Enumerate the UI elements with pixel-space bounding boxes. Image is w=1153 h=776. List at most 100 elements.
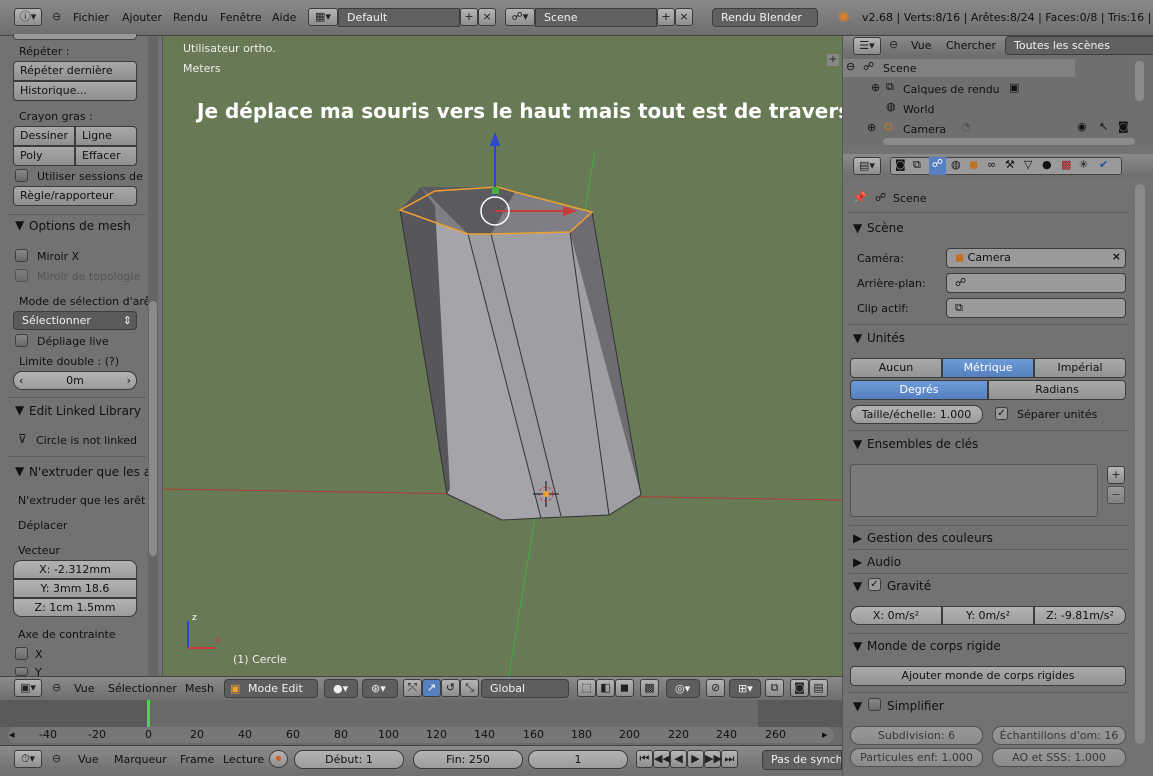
simplify-checkbox[interactable] [868, 698, 881, 711]
tool-shelf-scrollbar[interactable] [148, 36, 158, 676]
layers-icon[interactable]: ⧉ [765, 679, 784, 697]
extrude-expander-icon[interactable]: ▼ [15, 464, 24, 478]
menu-file[interactable]: Fichier [73, 11, 109, 24]
visibility-eye-icon[interactable]: ◉ [1077, 120, 1087, 133]
keying-sets-header[interactable]: Ensembles de clés [867, 437, 978, 451]
mesh-options-header[interactable]: Options de mesh [29, 219, 131, 233]
simplify-header[interactable]: Simplifier [887, 699, 944, 713]
radians-button[interactable]: Radians [988, 380, 1126, 400]
sync-mode-select[interactable]: Pas de synchro [762, 750, 842, 770]
properties-scrollbar[interactable] [1135, 184, 1145, 744]
timeline-scrollbar[interactable] [8, 727, 834, 743]
erase-button[interactable]: Effacer [75, 146, 137, 166]
unit-imperial-button[interactable]: Impérial [1034, 358, 1126, 378]
outliner-row-scene[interactable] [843, 59, 1075, 77]
shadow-samples-field[interactable]: Échantillons d'om: 16 [992, 726, 1126, 745]
menu-frame[interactable]: Frame [180, 753, 214, 766]
snap-element-select[interactable]: ⊞▾ [729, 679, 761, 698]
add-scene-icon[interactable]: + [657, 8, 675, 26]
layout-selector[interactable]: Default [338, 8, 460, 27]
scale-manipulator-icon[interactable]: ⤡ [460, 679, 479, 697]
texture-tab-icon[interactable]: ▩ [1061, 158, 1071, 171]
scene-expander-icon[interactable]: ▼ [853, 221, 862, 235]
viewport-shading-select[interactable]: ●▾ [324, 679, 358, 698]
unit-metric-button[interactable]: Métrique [942, 358, 1034, 378]
data-tab-icon[interactable]: ▽ [1024, 158, 1032, 171]
properties-editor-icon[interactable]: ▤▾ [853, 157, 881, 175]
menu-select[interactable]: Sélectionner [108, 682, 177, 695]
scroll-right-icon[interactable]: ▸ [822, 728, 828, 741]
menu-mesh[interactable]: Mesh [185, 682, 214, 695]
collapse-menus-icon[interactable]: ⊖ [52, 681, 61, 694]
mesh-options-expander-icon[interactable]: ▼ [15, 218, 24, 232]
pin-icon[interactable]: 📌 [853, 191, 867, 204]
vertex-select-icon[interactable]: ⬚ [577, 679, 596, 697]
rotate-manipulator-icon[interactable]: ↺ [441, 679, 460, 697]
child-particles-field[interactable]: Particules enf: 1.000 [850, 748, 983, 767]
collapse-icon[interactable]: ⊖ [52, 752, 61, 765]
menu-render[interactable]: Rendu [173, 11, 208, 24]
clip-field[interactable]: ⧉ [946, 298, 1126, 318]
sessions-checkbox[interactable] [15, 169, 28, 182]
repeat-last-button[interactable]: Répéter dernière [13, 61, 137, 81]
mode-selector[interactable]: ▣ Mode Edit [224, 679, 318, 698]
gravity-z-field[interactable]: Z: -9.81m/s² [1034, 606, 1126, 625]
mirror-x-checkbox[interactable] [15, 249, 28, 262]
face-select-icon[interactable]: ◼ [615, 679, 634, 697]
object-tab-icon[interactable]: ◼ [969, 158, 978, 171]
simplify-expander-icon[interactable]: ▼ [853, 699, 862, 713]
clear-icon[interactable]: ⨯ [1112, 250, 1121, 263]
layout-icon[interactable]: ▦▾ [308, 8, 338, 26]
degrees-button[interactable]: Degrés [850, 380, 988, 400]
draw-button[interactable]: Dessiner [13, 126, 75, 146]
remove-layout-icon[interactable]: × [478, 8, 496, 26]
vector-x-field[interactable]: X: -2.312mm [13, 560, 137, 579]
manipulator-toggle-icon[interactable]: ⤲ [403, 679, 422, 697]
audio-expander-icon[interactable]: ▶ [853, 555, 862, 569]
outliner-render-layers-label[interactable]: Calques de rendu [903, 83, 1000, 96]
menu-search[interactable]: Chercher [946, 39, 996, 52]
double-limit-field[interactable]: ‹ 0m › [13, 371, 137, 390]
ruler-button[interactable]: Règle/rapporteur [13, 186, 137, 206]
scrollbar-thumb[interactable] [149, 301, 157, 556]
unit-scale-field[interactable]: Taille/échelle: 1.000 [850, 405, 983, 424]
extrude-header[interactable]: N'extruder que les ar [29, 465, 156, 479]
subdivision-field[interactable]: Subdivision: 6 [850, 726, 983, 745]
timeline[interactable]: ◂ -40 -20 0 20 40 60 80 100 120 140 160 … [0, 700, 842, 745]
color-management-expander-icon[interactable]: ▶ [853, 531, 862, 545]
vector-y-field[interactable]: Y: 3mm 18.6 [13, 579, 137, 598]
physics-tab-icon[interactable]: ✔ [1099, 158, 1108, 171]
expand-tree-icon[interactable]: ⊕ [867, 121, 876, 134]
scroll-left-icon[interactable]: ◂ [9, 728, 15, 741]
units-panel-header[interactable]: Unités [867, 331, 905, 345]
constraint-y-checkbox[interactable] [15, 667, 28, 676]
poly-button[interactable]: Poly [13, 146, 75, 166]
current-frame-indicator[interactable] [147, 700, 150, 727]
live-unwrap-checkbox[interactable] [15, 334, 28, 347]
particles-tab-icon[interactable]: ✳ [1079, 158, 1088, 171]
outliner[interactable]: ⊖ ☍ Scene ⊕ ⧉ Calques de rendu ▣ ◍ World… [843, 56, 1153, 146]
world-tab-icon[interactable]: ◍ [951, 158, 961, 171]
gravity-header[interactable]: Gravité [887, 579, 931, 593]
render-animation-icon[interactable]: ▤ [809, 679, 828, 697]
color-management-header[interactable]: Gestion des couleurs [867, 531, 993, 545]
line-button[interactable]: Ligne [75, 126, 137, 146]
topology-mirror-checkbox[interactable] [15, 269, 28, 282]
selectable-cursor-icon[interactable]: ↖ [1099, 120, 1108, 133]
gravity-x-field[interactable]: X: 0m/s² [850, 606, 942, 625]
add-layout-icon[interactable]: + [460, 8, 478, 26]
modifiers-tab-icon[interactable]: ⚒ [1005, 158, 1015, 171]
gravity-checkbox[interactable]: ✓ [868, 578, 881, 591]
limit-selection-icon[interactable]: ▩ [640, 679, 659, 697]
outliner-camera-label[interactable]: Camera [903, 123, 946, 136]
outliner-world-label[interactable]: World [903, 103, 935, 116]
history-button[interactable]: Historique... [13, 81, 137, 101]
next-keyframe-icon[interactable]: ▶▶ [704, 750, 722, 768]
snap-toggle-icon[interactable]: ⊘ [706, 679, 725, 697]
jump-start-icon[interactable]: ⏮ [636, 750, 653, 768]
keying-sets-list[interactable] [850, 464, 1098, 517]
add-keying-set-icon[interactable]: + [1107, 466, 1125, 484]
outliner-hscrollbar[interactable] [883, 138, 1135, 145]
jump-end-icon[interactable]: ⏭ [721, 750, 738, 768]
prev-keyframe-icon[interactable]: ◀◀ [653, 750, 671, 768]
